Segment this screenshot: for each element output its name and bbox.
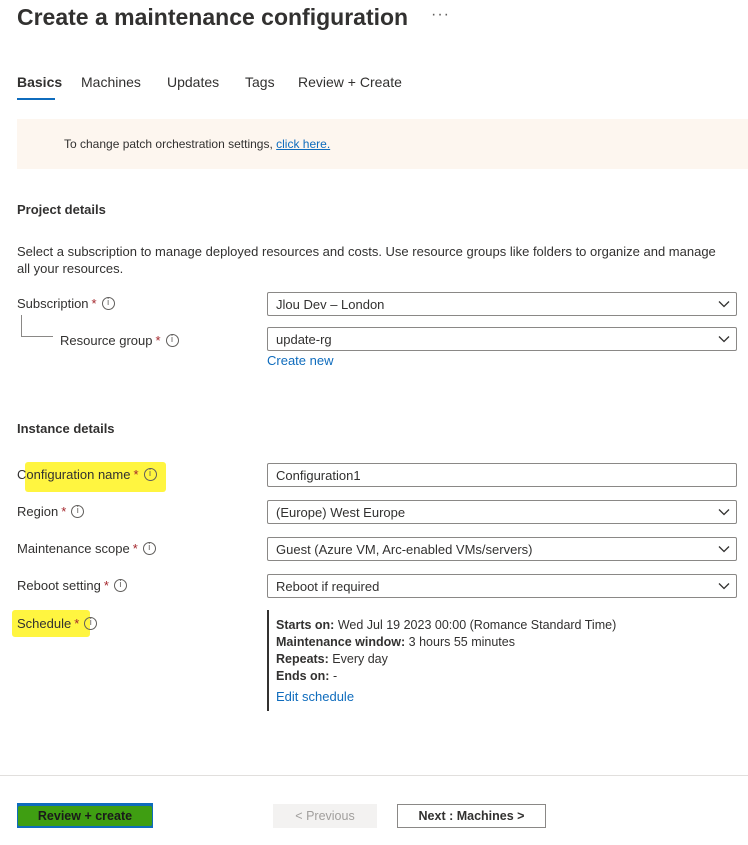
required-marker: * [133, 467, 139, 482]
required-marker: * [155, 333, 161, 348]
resource-group-dropdown[interactable]: update-rg [267, 327, 737, 351]
info-icon[interactable]: i [84, 617, 98, 630]
tree-connector-vertical [21, 315, 22, 337]
banner-text: To change patch orchestration settings, [64, 137, 273, 151]
tab-machines[interactable]: Machines [81, 74, 141, 90]
schedule-label: Schedule * i [17, 616, 98, 631]
starts-on-label: Starts on: [276, 618, 335, 632]
window-label: Maintenance window: [276, 635, 406, 649]
schedule-starts-on: Starts on: Wed Jul 19 2023 00:00 (Romanc… [276, 618, 616, 632]
edit-schedule-link[interactable]: Edit schedule [276, 689, 354, 704]
instance-details-heading: Instance details [17, 421, 115, 436]
resource-group-value: update-rg [276, 331, 332, 347]
tab-basics[interactable]: Basics [17, 74, 62, 90]
create-new-link[interactable]: Create new [267, 353, 333, 368]
info-icon[interactable]: i [143, 468, 157, 481]
project-description: Select a subscription to manage deployed… [17, 244, 716, 276]
starts-on-value: Wed Jul 19 2023 00:00 (Romance Standard … [337, 618, 617, 632]
review-create-button[interactable]: Review + create [17, 803, 153, 828]
reboot-setting-value: Reboot if required [276, 578, 380, 594]
ends-on-label: Ends on: [276, 669, 330, 683]
chevron-down-icon [712, 508, 736, 516]
project-details-heading: Project details [17, 202, 106, 217]
info-icon[interactable]: i [142, 542, 156, 555]
active-tab-indicator [17, 98, 55, 100]
more-icon[interactable]: ··· [431, 6, 450, 24]
chevron-down-icon [712, 335, 736, 343]
configuration-name-label: Configuration name * i [17, 467, 157, 482]
maintenance-scope-label-text: Maintenance scope [17, 541, 130, 556]
subscription-label-text: Subscription [17, 296, 89, 311]
required-marker: * [103, 578, 109, 593]
configuration-name-label-text: Configuration name [17, 467, 131, 482]
schedule-label-text: Schedule [17, 616, 72, 631]
tab-updates[interactable]: Updates [167, 74, 219, 90]
required-marker: * [61, 504, 67, 519]
schedule-ends-on: Ends on: - [276, 669, 337, 683]
schedule-repeats: Repeats: Every day [276, 652, 388, 666]
page-title: Create a maintenance configuration [17, 4, 409, 30]
configuration-name-input[interactable]: Configuration1 [267, 463, 737, 487]
resource-group-label: Resource group * i [60, 333, 179, 348]
region-dropdown[interactable]: (Europe) West Europe [267, 500, 737, 524]
window-value: 3 hours 55 minutes [408, 635, 515, 649]
repeats-label: Repeats: [276, 652, 329, 666]
previous-button[interactable]: < Previous [273, 804, 377, 828]
region-label: Region * i [17, 504, 85, 519]
schedule-summary-bar [267, 610, 269, 711]
subscription-label: Subscription * i [17, 296, 115, 311]
required-marker: * [91, 296, 97, 311]
resource-group-label-text: Resource group [60, 333, 153, 348]
reboot-setting-label: Reboot setting * i [17, 578, 127, 593]
banner-message: To change patch orchestration settings, … [64, 137, 330, 151]
chevron-down-icon [712, 582, 736, 590]
subscription-value: Jlou Dev – London [276, 296, 385, 312]
next-machines-button[interactable]: Next : Machines > [397, 804, 546, 828]
tab-tags[interactable]: Tags [245, 74, 275, 90]
review-create-label: Review + create [17, 805, 153, 826]
info-icon[interactable]: i [113, 579, 127, 592]
info-icon[interactable]: i [165, 334, 179, 347]
required-marker: * [132, 541, 138, 556]
region-value: (Europe) West Europe [276, 504, 406, 520]
tree-connector-horizontal [21, 336, 53, 337]
maintenance-scope-label: Maintenance scope * i [17, 541, 156, 556]
banner-link[interactable]: click here. [276, 137, 330, 151]
footer-divider [0, 775, 748, 776]
configuration-name-value: Configuration1 [276, 467, 361, 483]
chevron-down-icon [712, 300, 736, 308]
reboot-setting-dropdown[interactable]: Reboot if required [267, 574, 737, 598]
tab-review-create[interactable]: Review + Create [298, 74, 402, 90]
chevron-down-icon [712, 545, 736, 553]
region-label-text: Region [17, 504, 59, 519]
maintenance-scope-value: Guest (Azure VM, Arc-enabled VMs/servers… [276, 541, 533, 557]
schedule-window: Maintenance window: 3 hours 55 minutes [276, 635, 515, 649]
ends-on-value: - [332, 669, 338, 683]
info-icon[interactable]: i [71, 505, 85, 518]
reboot-setting-label-text: Reboot setting [17, 578, 101, 593]
repeats-value: Every day [332, 652, 388, 666]
maintenance-scope-dropdown[interactable]: Guest (Azure VM, Arc-enabled VMs/servers… [267, 537, 737, 561]
info-icon[interactable]: i [101, 297, 115, 310]
subscription-dropdown[interactable]: Jlou Dev – London [267, 292, 737, 316]
required-marker: * [74, 616, 80, 631]
